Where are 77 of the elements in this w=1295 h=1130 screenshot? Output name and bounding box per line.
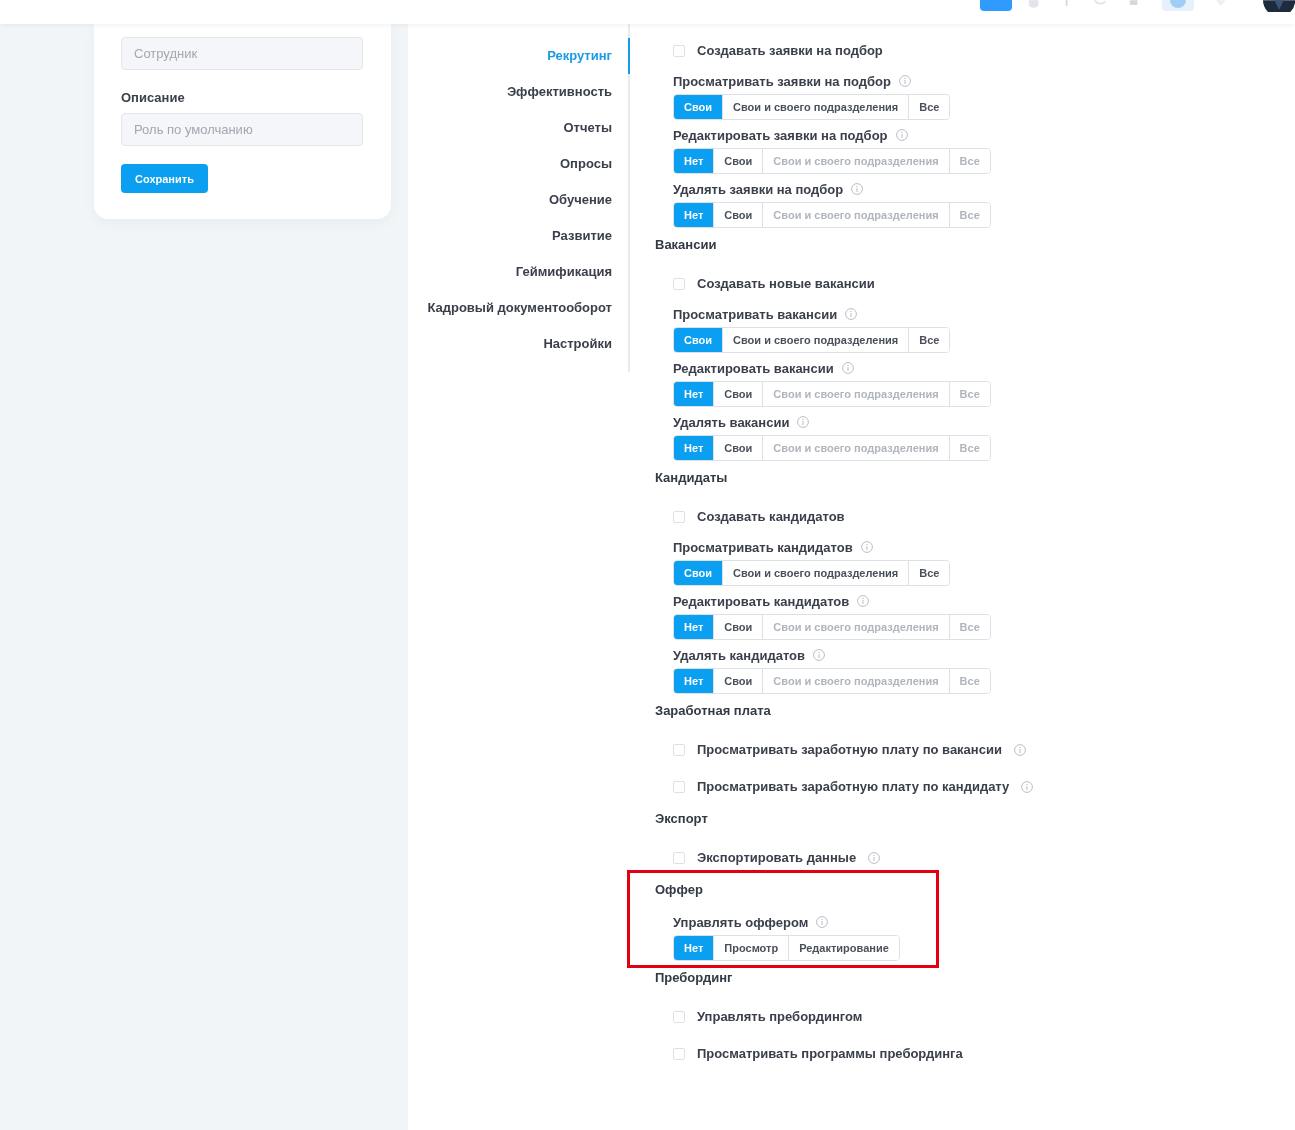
checkbox[interactable] bbox=[673, 277, 685, 290]
section-title: Заработная плата bbox=[655, 702, 771, 720]
checkbox-label: Экспортировать данные bbox=[697, 850, 857, 865]
segment-option[interactable]: Свои bbox=[674, 561, 723, 585]
segment-option[interactable]: Все bbox=[908, 561, 950, 585]
nav-item[interactable]: Настройки bbox=[408, 326, 630, 362]
field-label: Описание bbox=[121, 90, 185, 105]
checkbox[interactable] bbox=[673, 743, 685, 756]
info-icon[interactable] bbox=[895, 129, 908, 141]
name-field[interactable]: Сотрудник bbox=[121, 37, 363, 70]
permission-label: Удалять кандидатов bbox=[673, 647, 805, 663]
save-button[interactable]: Сохранить bbox=[121, 164, 208, 193]
nav-item[interactable]: Опросы bbox=[408, 146, 630, 182]
segment-option[interactable]: Нет bbox=[674, 615, 714, 639]
header-button[interactable] bbox=[1162, 0, 1194, 11]
info-icon[interactable] bbox=[1013, 743, 1026, 756]
nav-item[interactable]: Эффективность bbox=[408, 74, 630, 110]
nav-item[interactable]: Отчеты bbox=[408, 110, 630, 146]
permission-label: Редактировать вакансии bbox=[673, 360, 834, 376]
permission-label: Просматривать кандидатов bbox=[673, 539, 853, 555]
segment-option[interactable]: Нет bbox=[674, 936, 714, 960]
section-title: Пребординг bbox=[655, 969, 733, 987]
segment-option[interactable]: Свои bbox=[674, 95, 723, 119]
checkbox[interactable] bbox=[673, 44, 685, 57]
segment-option[interactable]: Нет bbox=[674, 149, 714, 173]
info-icon[interactable] bbox=[845, 308, 858, 320]
header-button[interactable] bbox=[980, 0, 1013, 11]
info-icon[interactable] bbox=[860, 541, 873, 553]
checkbox[interactable] bbox=[673, 851, 685, 864]
segment-option[interactable]: Нет bbox=[674, 669, 714, 693]
checkbox-label: Создавать кандидатов bbox=[697, 509, 845, 524]
segment-option[interactable]: Все bbox=[908, 95, 950, 119]
info-icon[interactable] bbox=[868, 851, 881, 864]
checkbox-label: Просматривать программы пребординга bbox=[697, 1046, 963, 1061]
info-icon[interactable] bbox=[851, 183, 864, 195]
info-icon[interactable] bbox=[1021, 780, 1034, 793]
nav-item[interactable]: Обучение bbox=[408, 182, 630, 218]
info-icon[interactable] bbox=[797, 416, 810, 428]
segment-option[interactable]: Свои bbox=[674, 328, 723, 352]
checkbox[interactable] bbox=[673, 1010, 685, 1023]
toolbar-icon[interactable] bbox=[1027, 0, 1041, 8]
nav-item[interactable]: Геймификация bbox=[408, 254, 630, 290]
description-field[interactable]: Роль по умолчанию bbox=[121, 113, 363, 146]
checkbox[interactable] bbox=[673, 510, 685, 523]
segment-option[interactable]: Нет bbox=[674, 203, 714, 227]
checkbox-label: Создавать заявки на подбор bbox=[697, 43, 883, 58]
permission-label: Редактировать заявки на подбор bbox=[673, 127, 888, 143]
section-title: Кандидаты bbox=[655, 469, 728, 487]
search-icon[interactable] bbox=[1093, 0, 1107, 8]
permission-label: Управлять оффером bbox=[673, 914, 809, 930]
nav-item[interactable]: Кадровый документооборот bbox=[408, 290, 630, 326]
checkbox-label: Просматривать заработную плату по вакансии bbox=[697, 742, 1002, 757]
info-icon[interactable] bbox=[841, 362, 854, 374]
checkbox-label: Создавать новые вакансии bbox=[697, 276, 875, 291]
permission-label: Просматривать заявки на подбор bbox=[673, 73, 891, 89]
info-icon[interactable] bbox=[857, 595, 870, 607]
permission-label: Просматривать вакансии bbox=[673, 306, 838, 322]
segment-option[interactable]: Все bbox=[908, 328, 950, 352]
permission-label: Удалять вакансии bbox=[673, 414, 790, 430]
permission-label: Редактировать кандидатов bbox=[673, 593, 850, 609]
avatar[interactable] bbox=[1262, 0, 1295, 12]
nav-item[interactable]: Развитие bbox=[408, 218, 630, 254]
info-icon[interactable] bbox=[898, 75, 911, 87]
segment-option[interactable]: Нет bbox=[674, 382, 714, 406]
checkbox-label: Просматривать заработную плату по кандидату bbox=[697, 779, 1010, 794]
segment-option[interactable]: Редактирование bbox=[788, 936, 899, 960]
permission-label: Удалять заявки на подбор bbox=[673, 181, 844, 197]
info-icon[interactable] bbox=[816, 916, 829, 928]
checkbox[interactable] bbox=[673, 1047, 685, 1060]
section-title: Вакансии bbox=[655, 236, 717, 254]
segment-option[interactable]: Нет bbox=[674, 436, 714, 460]
section-title: Оффер bbox=[655, 881, 703, 899]
checkbox-label: Управлять пребордингом bbox=[697, 1009, 863, 1024]
nav-item[interactable]: Рекрутинг bbox=[408, 38, 630, 74]
section-title: Экспорт bbox=[655, 810, 708, 828]
info-icon[interactable] bbox=[813, 649, 825, 661]
checkbox[interactable] bbox=[673, 780, 685, 793]
